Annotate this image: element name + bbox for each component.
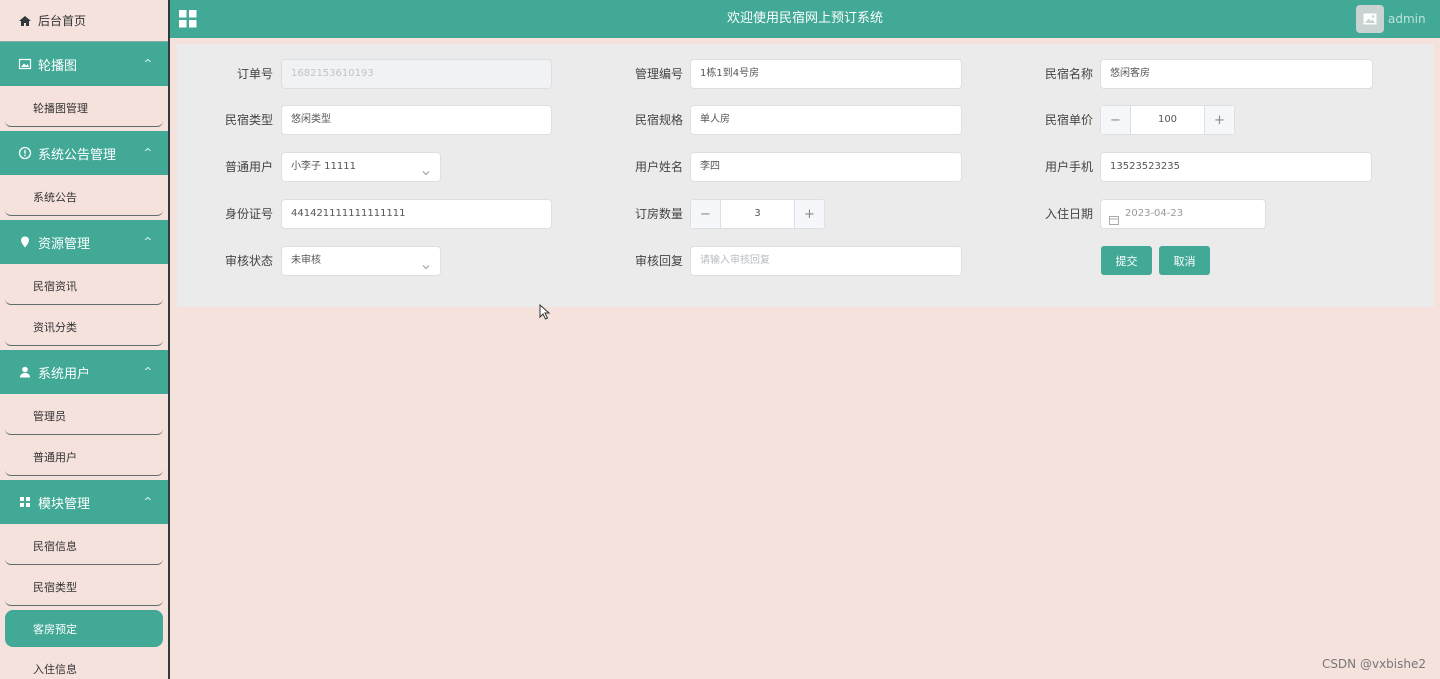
sidebar-group-label: 系统公告管理: [38, 147, 117, 163]
checkin-date-value: 2023-04-23: [1125, 208, 1184, 219]
user-name-field[interactable]: 李四: [690, 152, 962, 182]
unit-price-value[interactable]: 100: [1131, 106, 1204, 134]
homestay-spec-label: 民宿规格: [634, 113, 683, 127]
watermark: CSDN @vxbishe2: [1321, 657, 1426, 671]
grid-icon: [18, 495, 32, 509]
sidebar-item-home[interactable]: 后台首页: [0, 0, 168, 42]
sidebar-item-label: 客房预定: [33, 622, 77, 636]
order-no-field: 1682153610193: [281, 59, 552, 89]
user-account-value: 小李子 11111: [291, 161, 356, 172]
sidebar-item-label: 普通用户: [33, 451, 77, 464]
decrease-button[interactable]: −: [1101, 106, 1131, 134]
sidebar-item-label: 后台首页: [38, 14, 87, 28]
review-reply-field[interactable]: 请输入审核回复: [690, 246, 962, 276]
sidebar-item-label: 轮播图管理: [33, 102, 88, 115]
info-icon: [18, 146, 32, 160]
chevron-up-icon: ^: [143, 496, 152, 508]
sidebar: 后台首页 轮播图 ^ 轮播图管理 系统公告管理 ^ 系统公告 资源管理 ^ 民宿…: [0, 0, 170, 679]
sidebar-group-label: 模块管理: [38, 496, 91, 512]
sidebar-item-news-category[interactable]: 资讯分类: [5, 309, 163, 346]
sidebar-item-homestay-type[interactable]: 民宿类型: [5, 569, 163, 606]
id-number-label: 身份证号: [224, 207, 273, 221]
chevron-up-icon: ^: [143, 147, 152, 159]
chevron-down-icon: [421, 256, 431, 270]
unit-price-stepper[interactable]: − 100 +: [1100, 105, 1235, 135]
sidebar-item-label: 系统公告: [33, 191, 77, 204]
sidebar-item-label: 管理员: [33, 410, 66, 423]
calendar-icon: [1109, 209, 1119, 228]
increase-button[interactable]: +: [794, 200, 824, 228]
review-status-select[interactable]: 未审核: [281, 246, 441, 276]
id-number-field[interactable]: 441421111111111111: [281, 199, 552, 229]
sidebar-item-carousel-manage[interactable]: 轮播图管理: [5, 90, 163, 127]
sidebar-item-normal-user[interactable]: 普通用户: [5, 439, 163, 476]
sidebar-item-label: 资讯分类: [33, 321, 77, 334]
sidebar-item-checkin-info[interactable]: 入住信息: [5, 651, 163, 679]
sidebar-item-label: 民宿资讯: [33, 280, 77, 293]
page-title: 欢迎使用民宿网上预订系统: [726, 11, 883, 26]
user-account-select[interactable]: 小李子 11111: [281, 152, 441, 182]
location-pin-icon: [18, 235, 32, 249]
sidebar-group-label: 资源管理: [38, 236, 91, 252]
picture-icon: [1363, 13, 1377, 25]
review-status-value: 未审核: [291, 255, 321, 266]
sidebar-group-label: 轮播图: [38, 58, 78, 74]
chevron-up-icon: ^: [143, 236, 152, 248]
sidebar-item-notice[interactable]: 系统公告: [5, 179, 163, 216]
chevron-down-icon: [421, 162, 431, 176]
avatar[interactable]: [1356, 5, 1384, 33]
unit-price-label: 民宿单价: [1044, 113, 1093, 127]
user-name-label: 用户姓名: [634, 160, 683, 174]
sidebar-item-news[interactable]: 民宿资讯: [5, 268, 163, 305]
sidebar-item-label: 民宿类型: [33, 581, 77, 594]
mouse-cursor-icon: [539, 303, 551, 320]
sidebar-item-homestay-info[interactable]: 民宿信息: [5, 528, 163, 565]
review-reply-label: 审核回复: [634, 254, 683, 268]
homestay-type-label: 民宿类型: [224, 113, 273, 127]
image-icon: [18, 57, 32, 71]
decrease-button[interactable]: −: [691, 200, 721, 228]
manager-no-label: 管理编号: [634, 67, 683, 81]
chevron-up-icon: ^: [143, 366, 152, 378]
sidebar-group-resource[interactable]: 资源管理 ^: [0, 220, 168, 264]
sidebar-item-room-booking[interactable]: 客房预定: [5, 610, 163, 647]
sidebar-group-users[interactable]: 系统用户 ^: [0, 350, 168, 394]
user-icon: [18, 365, 32, 379]
username[interactable]: admin: [1388, 0, 1426, 38]
user-account-label: 普通用户: [224, 160, 273, 174]
increase-button[interactable]: +: [1204, 106, 1234, 134]
cancel-button[interactable]: 取消: [1159, 246, 1210, 275]
sidebar-item-label: 民宿信息: [33, 540, 77, 553]
sidebar-group-carousel[interactable]: 轮播图 ^: [0, 42, 168, 86]
submit-button[interactable]: 提交: [1101, 246, 1152, 275]
homestay-name-field[interactable]: 悠闲客房: [1100, 59, 1373, 89]
sidebar-item-admin[interactable]: 管理员: [5, 398, 163, 435]
checkin-date-label: 入住日期: [1044, 207, 1093, 221]
review-status-label: 审核状态: [224, 254, 273, 268]
room-count-label: 订房数量: [634, 207, 683, 221]
sidebar-item-label: 入住信息: [33, 663, 77, 676]
top-header: 欢迎使用民宿网上预订系统 admin: [170, 0, 1440, 38]
home-icon: [18, 14, 32, 28]
sidebar-group-label: 系统用户: [38, 366, 91, 382]
user-phone-field[interactable]: 13523523235: [1100, 152, 1372, 182]
user-phone-label: 用户手机: [1044, 160, 1093, 174]
sidebar-group-modules[interactable]: 模块管理 ^: [0, 480, 168, 524]
homestay-type-field[interactable]: 悠闲类型: [281, 105, 552, 135]
room-count-value[interactable]: 3: [721, 200, 794, 228]
chevron-up-icon: ^: [143, 58, 152, 70]
manager-no-field[interactable]: 1栋1到4号房: [690, 59, 962, 89]
room-count-stepper[interactable]: − 3 +: [690, 199, 825, 229]
order-no-label: 订单号: [236, 67, 273, 81]
homestay-spec-field[interactable]: 单人房: [690, 105, 962, 135]
homestay-name-label: 民宿名称: [1044, 67, 1093, 81]
sidebar-group-notice[interactable]: 系统公告管理 ^: [0, 131, 168, 175]
checkin-date-picker[interactable]: 2023-04-23: [1100, 199, 1266, 229]
booking-form: 订单号 1682153610193 管理编号 1栋1到4号房 民宿名称 悠闲客房…: [177, 44, 1434, 307]
